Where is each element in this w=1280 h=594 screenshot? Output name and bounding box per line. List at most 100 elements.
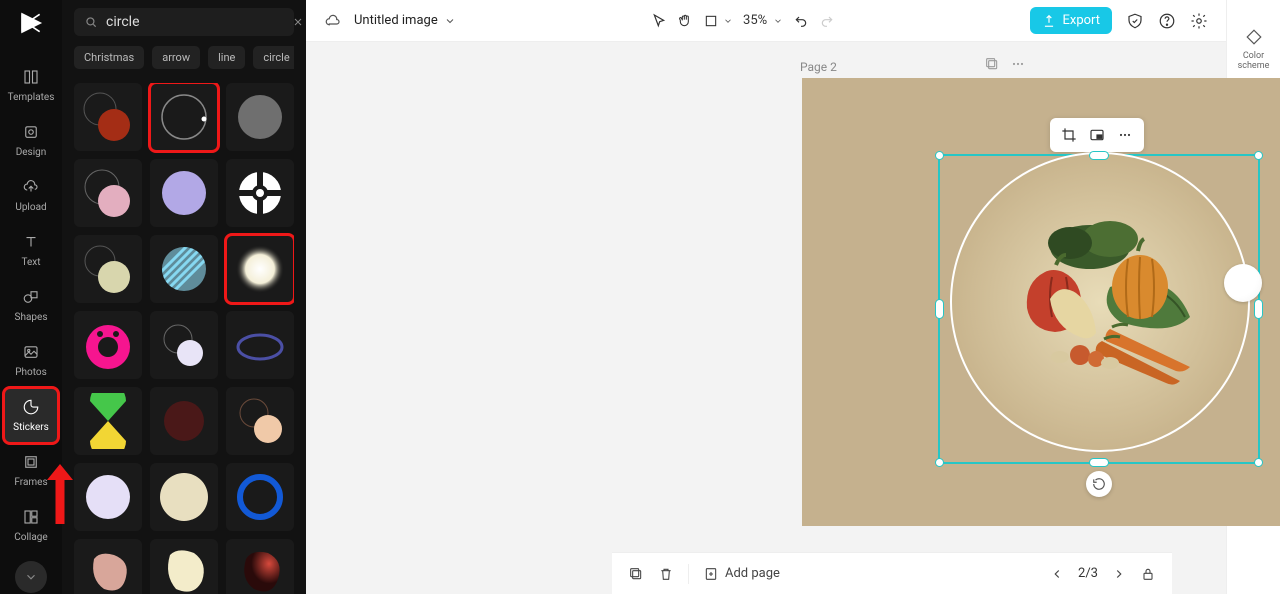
white-circle-sticker[interactable] [1224, 264, 1262, 302]
sticker-tile[interactable] [226, 387, 294, 455]
sticker-tile[interactable] [74, 235, 142, 303]
rail-label: Color scheme [1232, 52, 1276, 72]
resize-handle[interactable] [935, 458, 944, 467]
resize-handle[interactable] [1089, 458, 1109, 467]
nav-label: Upload [15, 202, 46, 213]
export-icon [1042, 14, 1056, 28]
sticker-tile[interactable] [150, 463, 218, 531]
sticker-tile[interactable] [226, 235, 294, 303]
page-label: Page 2 [800, 60, 837, 74]
artwork-circle[interactable] [950, 152, 1250, 452]
settings-icon[interactable] [1190, 12, 1208, 30]
shield-check-icon[interactable] [1126, 12, 1144, 30]
sticker-tile[interactable] [226, 83, 294, 151]
separator [688, 564, 689, 584]
resize-handle[interactable] [1089, 151, 1109, 160]
lock-icon[interactable] [1140, 566, 1156, 582]
search-input[interactable] [106, 14, 284, 30]
nav-label: Collage [14, 532, 47, 543]
sticker-tile[interactable] [74, 311, 142, 379]
tag[interactable]: Christmas [74, 46, 144, 69]
sticker-tile[interactable] [150, 235, 218, 303]
cloud-sync-icon[interactable] [324, 12, 342, 30]
redo-icon[interactable] [819, 13, 835, 29]
sticker-tile[interactable] [150, 311, 218, 379]
nav-label: Shapes [15, 312, 48, 323]
resize-handle[interactable] [1254, 458, 1263, 467]
tag[interactable]: circle [253, 46, 294, 69]
nav-collage[interactable]: Collage [4, 498, 58, 553]
undo-icon[interactable] [793, 13, 809, 29]
nav-label: Text [21, 257, 40, 268]
tag-row: Christmas arrow line circle [74, 46, 294, 69]
add-page-label: Add page [725, 566, 780, 581]
nav-photos[interactable]: Photos [4, 333, 58, 388]
chevron-down-icon [444, 15, 456, 27]
resize-handle[interactable] [935, 299, 944, 319]
duplicate-page-icon[interactable] [984, 56, 1000, 72]
sticker-tile[interactable] [74, 83, 142, 151]
nav-text[interactable]: Text [4, 223, 58, 278]
resize-handle[interactable] [1254, 299, 1263, 319]
sticker-tile[interactable] [150, 539, 218, 594]
search-box[interactable] [74, 8, 294, 36]
next-page-icon[interactable] [1112, 567, 1126, 581]
picture-in-picture-icon[interactable] [1086, 124, 1108, 146]
tag[interactable]: line [208, 46, 245, 69]
clear-search-icon[interactable] [292, 16, 304, 28]
search-icon [84, 15, 98, 29]
sticker-tile[interactable] [226, 463, 294, 531]
export-label: Export [1062, 13, 1100, 28]
sticker-tile[interactable] [226, 159, 294, 227]
nav-shapes[interactable]: Shapes [4, 278, 58, 333]
vegetables-illustration [990, 217, 1210, 387]
selection-box[interactable] [938, 154, 1260, 464]
add-page-button[interactable]: Add page [703, 566, 780, 582]
nav-frames[interactable]: Frames [4, 443, 58, 498]
nav-templates[interactable]: Templates [4, 58, 58, 113]
more-page-icon[interactable] [1010, 56, 1026, 72]
prev-page-icon[interactable] [1050, 567, 1064, 581]
sticker-tile[interactable] [150, 83, 218, 151]
hand-tool-icon[interactable] [677, 13, 693, 29]
tag[interactable]: arrow [152, 46, 200, 69]
resize-handle[interactable] [935, 151, 944, 160]
zoom-control[interactable]: 35% [743, 13, 783, 28]
zoom-value: 35% [743, 13, 767, 28]
canvas-area[interactable]: Page 2 [306, 42, 1226, 594]
nav-design[interactable]: Design [4, 113, 58, 168]
nav-upload[interactable]: Upload [4, 168, 58, 223]
sticker-tile[interactable] [226, 539, 294, 594]
selection-toolbar [1050, 118, 1144, 152]
sticker-tile[interactable] [74, 159, 142, 227]
sticker-tile[interactable] [74, 539, 142, 594]
duplicate-icon[interactable] [628, 566, 644, 582]
nav-more-button[interactable] [15, 561, 47, 593]
title-text: Untitled image [354, 13, 438, 28]
page-count: 2/3 [1078, 566, 1098, 581]
nav-label: Templates [8, 92, 55, 103]
rotate-button[interactable] [1086, 471, 1112, 497]
sticker-tile[interactable] [74, 387, 142, 455]
sticker-tile[interactable] [150, 159, 218, 227]
crop-tool-icon[interactable] [703, 13, 733, 29]
crop-icon[interactable] [1058, 124, 1080, 146]
more-icon[interactable] [1114, 124, 1136, 146]
rail-color-scheme[interactable]: Color scheme [1232, 18, 1276, 82]
nav-label: Stickers [13, 422, 49, 433]
document-title[interactable]: Untitled image [354, 13, 456, 28]
nav-stickers[interactable]: Stickers [4, 388, 58, 443]
chevron-down-icon [773, 16, 783, 26]
select-tool-icon[interactable] [651, 13, 667, 29]
bottom-bar: Add page 2/3 [612, 552, 1172, 594]
sticker-grid [74, 83, 294, 594]
app-logo[interactable] [16, 8, 46, 38]
sticker-tile[interactable] [150, 387, 218, 455]
help-icon[interactable] [1158, 12, 1176, 30]
delete-icon[interactable] [658, 566, 674, 582]
resize-handle[interactable] [1254, 151, 1263, 160]
nav-label: Photos [15, 367, 47, 378]
export-button[interactable]: Export [1030, 7, 1112, 34]
sticker-tile[interactable] [226, 311, 294, 379]
sticker-tile[interactable] [74, 463, 142, 531]
